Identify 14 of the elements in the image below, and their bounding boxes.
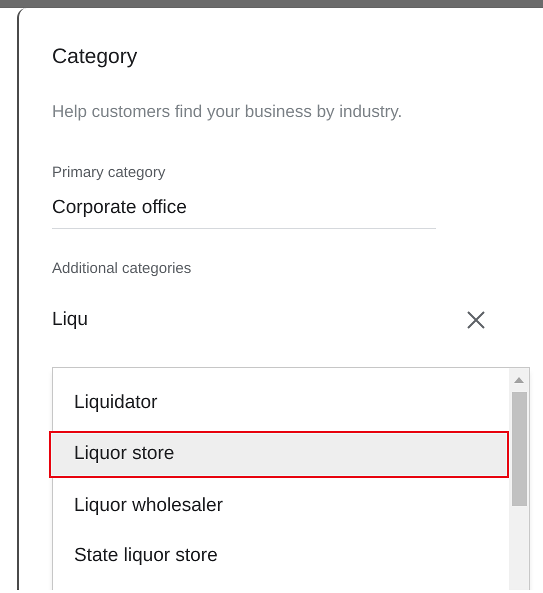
dialog-description: Help customers find your business by industry.: [52, 101, 404, 123]
dialog-title: Category: [52, 44, 138, 70]
primary-category-field[interactable]: Corporate office: [52, 195, 436, 229]
suggestion-item[interactable]: State liquor store: [53, 531, 509, 581]
scroll-up-icon[interactable]: [514, 377, 524, 383]
suggestion-item[interactable]: Liquor store: [49, 431, 509, 478]
scrollbar-thumb[interactable]: [512, 392, 527, 506]
close-icon[interactable]: [466, 310, 486, 330]
category-search-field[interactable]: Liqu: [52, 307, 466, 333]
field-label: Primary category: [52, 163, 166, 183]
suggestion-item[interactable]: Liquidator: [53, 378, 509, 428]
field-label: Additional categories: [52, 259, 192, 279]
scrollbar[interactable]: [509, 368, 529, 590]
suggestion-item[interactable]: Liquor wholesaler: [53, 481, 509, 531]
